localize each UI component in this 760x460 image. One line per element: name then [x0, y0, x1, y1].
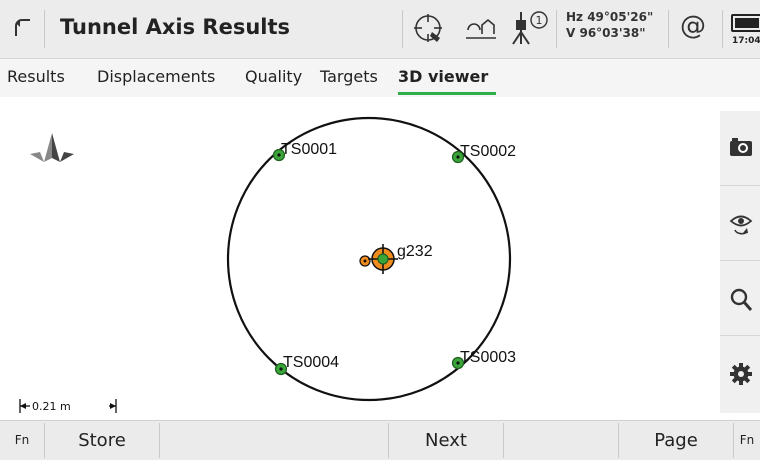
empty-softkey[interactable] [160, 421, 388, 460]
status-divider [668, 10, 669, 48]
point-ts0001[interactable]: TS0001 [272, 141, 338, 162]
back-icon[interactable] [12, 14, 38, 42]
view-rotate-button[interactable] [720, 186, 760, 261]
angle-readout: Hz 49°05'26" V 96°03'38" [566, 9, 653, 41]
tab-targets[interactable]: Targets [320, 67, 378, 86]
tab-3d-viewer[interactable]: 3D viewer [398, 67, 488, 86]
scale-bar: 0.21 m [19, 399, 117, 413]
camera-icon [730, 138, 752, 156]
title-divider [44, 10, 45, 48]
scale-label: 0.21 m [32, 400, 71, 413]
hz-angle: Hz 49°05'26" [566, 10, 654, 24]
settings-button[interactable] [720, 336, 760, 410]
empty-softkey[interactable] [504, 421, 618, 460]
settings-icon [730, 363, 752, 385]
connection-at-icon[interactable]: @ [680, 11, 706, 41]
point-label: TS0002 [460, 143, 516, 160]
instrument-face-icon[interactable]: 1 [508, 8, 552, 48]
softkey-bar: Fn Store Next Page Fn [0, 420, 760, 460]
reflectorless-icon[interactable] [464, 16, 498, 44]
tab-displacements[interactable]: Displacements [97, 67, 215, 86]
3d-viewer[interactable]: TS0001 TS0002 TS0003 TS0004 g232 0.21 m [0, 97, 720, 420]
tab-results[interactable]: Results [7, 67, 65, 86]
status-divider [556, 10, 557, 48]
status-divider [402, 10, 403, 48]
instrument-badge: 1 [536, 14, 543, 27]
status-divider [722, 10, 723, 48]
battery-icon [731, 14, 760, 32]
point-label: TS0004 [283, 354, 339, 371]
point-ts0003[interactable]: TS0003 [451, 349, 517, 370]
zoom-button[interactable] [720, 261, 760, 336]
point-ts0002[interactable]: TS0002 [451, 143, 517, 164]
viewer-toolbar [720, 111, 760, 413]
target-search-icon[interactable] [412, 12, 446, 46]
point-label: g232 [397, 243, 433, 260]
fn-right-key[interactable]: Fn [734, 421, 760, 460]
view-rotate-icon [729, 215, 753, 235]
v-angle: V 96°03'38" [566, 26, 646, 40]
store-button[interactable]: Store [45, 421, 159, 460]
fn-left-key[interactable]: Fn [0, 421, 44, 460]
camera-button[interactable] [720, 111, 760, 186]
viewer-canvas[interactable]: TS0001 TS0002 TS0003 TS0004 g232 0.21 m [0, 97, 720, 420]
clock: 17:04 [732, 36, 760, 46]
page-title: Tunnel Axis Results [60, 15, 291, 39]
page-button[interactable]: Page [619, 421, 733, 460]
north-arrow-icon [30, 133, 74, 162]
tab-bar: Results Displacements Quality Targets 3D… [0, 59, 760, 97]
active-tab-indicator [398, 92, 496, 95]
title-bar: Tunnel Axis Results 1 Hz 49°05'26" V 96°… [0, 0, 760, 59]
centre-target[interactable]: g232 [359, 243, 433, 274]
point-ts0004[interactable]: TS0004 [274, 354, 340, 376]
tab-quality[interactable]: Quality [245, 67, 302, 86]
point-label: TS0003 [460, 349, 516, 366]
next-button[interactable]: Next [389, 421, 503, 460]
point-label: TS0001 [281, 141, 337, 158]
zoom-icon [730, 288, 753, 311]
